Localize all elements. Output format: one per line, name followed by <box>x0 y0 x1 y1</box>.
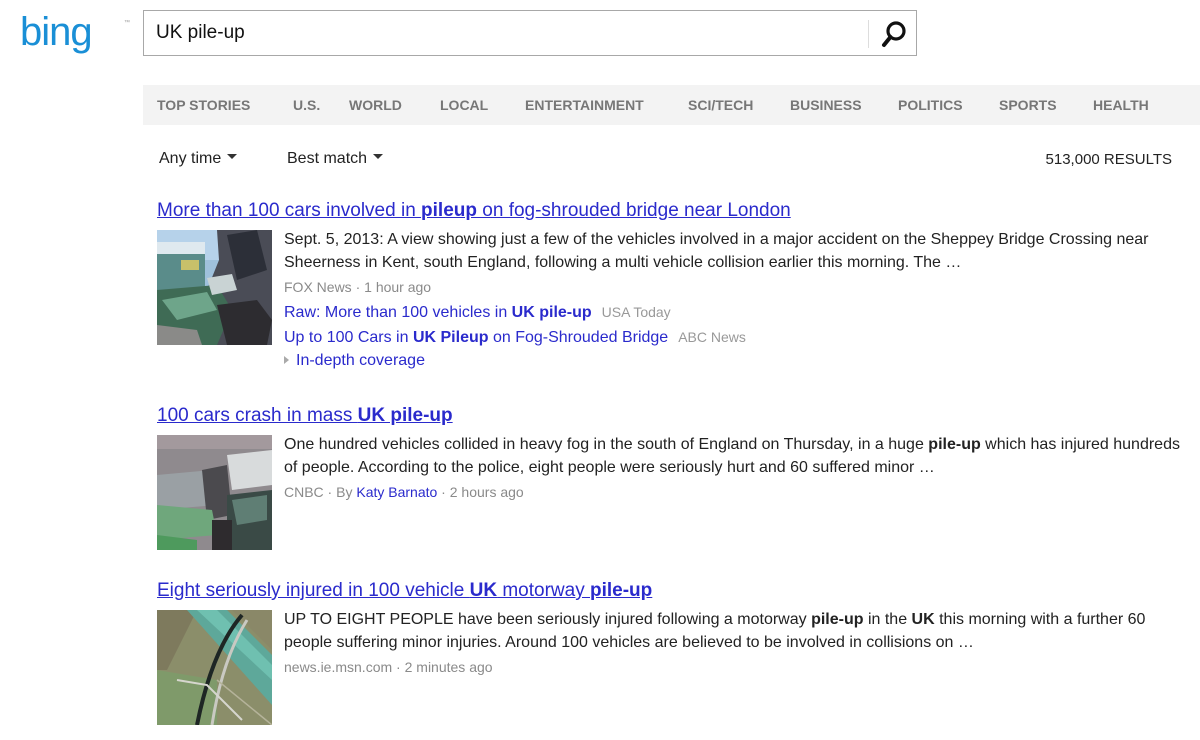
snippet-text: UP TO EIGHT PEOPLE have been seriously i… <box>284 611 812 628</box>
result-time: 2 minutes ago <box>404 659 493 675</box>
nav-local[interactable]: LOCAL <box>440 97 488 113</box>
result-title-link[interactable]: More than 100 cars involved in pileup on… <box>157 200 791 222</box>
related-text: Raw: More than 100 vehicles in <box>284 304 512 321</box>
category-nav: TOP STORIES U.S. WORLD LOCAL ENTERTAINME… <box>143 85 1200 125</box>
search-divider <box>868 20 869 48</box>
result-item: 100 cars crash in mass UK pile-up One hu… <box>157 405 1197 550</box>
nav-entertainment[interactable]: ENTERTAINMENT <box>525 97 644 113</box>
result-source: CNBC <box>284 484 324 500</box>
snippet-highlight: pile-up <box>811 611 864 628</box>
result-meta: news.ie.msn.com · 2 minutes ago <box>284 659 493 675</box>
related-link[interactable]: Raw: More than 100 vehicles in UK pile-u… <box>284 300 1194 325</box>
related-link[interactable]: Up to 100 Cars in UK Pileup on Fog-Shrou… <box>284 325 1194 350</box>
snippet-text: Sept. 5, 2013: A view showing just a few… <box>284 231 1149 271</box>
result-snippet: One hundred vehicles collided in heavy f… <box>284 433 1194 479</box>
aerial-bridge-image <box>157 610 272 725</box>
nav-business[interactable]: BUSINESS <box>790 97 862 113</box>
related-text: on Fog-Shrouded Bridge <box>488 329 669 346</box>
result-thumbnail[interactable] <box>157 435 272 550</box>
result-source: news.ie.msn.com <box>284 659 393 675</box>
title-text: motorway <box>497 580 590 601</box>
logo-text: bing <box>20 10 93 54</box>
expand-triangle-icon <box>284 356 289 364</box>
result-source: FOX News <box>284 279 352 295</box>
result-time: 1 hour ago <box>364 279 432 295</box>
title-text: Eight seriously injured in 100 vehicle <box>157 580 470 601</box>
result-item: Eight seriously injured in 100 vehicle U… <box>157 580 1197 725</box>
result-thumbnail[interactable] <box>157 610 272 725</box>
result-item: More than 100 cars involved in pileup on… <box>157 200 1197 369</box>
result-meta: FOX News · 1 hour ago <box>284 279 432 295</box>
in-depth-coverage-link[interactable]: In-depth coverage <box>284 350 1194 372</box>
sort-dropdown[interactable]: Best match <box>287 150 384 168</box>
snippet-highlight: UK <box>911 611 935 628</box>
car-crash-image <box>157 230 272 345</box>
nav-us[interactable]: U.S. <box>293 97 320 113</box>
nav-politics[interactable]: POLITICS <box>898 97 963 113</box>
title-text: on fog-shrouded bridge near London <box>477 200 791 221</box>
title-text: More than 100 cars involved in <box>157 200 422 221</box>
nav-health[interactable]: HEALTH <box>1093 97 1149 113</box>
result-title-link[interactable]: Eight seriously injured in 100 vehicle U… <box>157 580 652 602</box>
nav-top-stories[interactable]: TOP STORIES <box>157 97 250 113</box>
logo-trademark: ™ <box>124 20 130 26</box>
title-highlight: UK pile-up <box>357 405 453 426</box>
related-text: Up to 100 Cars in <box>284 329 413 346</box>
title-highlight: pileup <box>421 200 477 221</box>
snippet-text: One hundred vehicles collided in heavy f… <box>284 436 929 453</box>
result-thumbnail[interactable] <box>157 230 272 345</box>
result-body: UP TO EIGHT PEOPLE have been seriously i… <box>284 608 1194 680</box>
title-text: 100 cars crash in mass <box>157 405 358 426</box>
search-input[interactable] <box>156 19 856 47</box>
result-title-link[interactable]: 100 cars crash in mass UK pile-up <box>157 405 453 427</box>
sort-label: Best match <box>287 150 368 167</box>
result-time: 2 hours ago <box>449 484 524 500</box>
byline-prefix: By <box>336 484 353 500</box>
time-filter-dropdown[interactable]: Any time <box>159 150 238 168</box>
in-depth-label: In-depth coverage <box>296 352 425 369</box>
author-link[interactable]: Katy Barnato <box>356 484 437 500</box>
result-snippet: Sept. 5, 2013: A view showing just a few… <box>284 228 1194 274</box>
title-highlight: UK <box>469 580 498 601</box>
title-highlight: pile-up <box>590 580 653 601</box>
related-source: ABC News <box>678 329 746 345</box>
bing-logo[interactable]: bing ™ <box>20 10 130 54</box>
related-highlight: UK pile-up <box>511 304 592 321</box>
caret-down-icon <box>227 154 238 160</box>
caret-down-icon <box>373 154 384 160</box>
search-button[interactable] <box>874 16 914 52</box>
result-meta: CNBC · By Katy Barnato · 2 hours ago <box>284 484 524 500</box>
time-filter-label: Any time <box>159 150 222 167</box>
snippet-highlight: pile-up <box>928 436 981 453</box>
nav-scitech[interactable]: SCI/TECH <box>688 97 753 113</box>
result-count: 513,000 RESULTS <box>1045 151 1172 168</box>
related-highlight: UK Pileup <box>412 329 489 346</box>
snippet-text: in the <box>863 611 912 628</box>
search-icon <box>882 21 906 47</box>
result-body: Sept. 5, 2013: A view showing just a few… <box>284 228 1194 372</box>
related-source: USA Today <box>601 304 671 320</box>
car-crash-image <box>157 435 272 550</box>
nav-world[interactable]: WORLD <box>349 97 402 113</box>
result-snippet: UP TO EIGHT PEOPLE have been seriously i… <box>284 608 1194 654</box>
nav-sports[interactable]: SPORTS <box>999 97 1057 113</box>
search-box <box>143 10 917 56</box>
result-body: One hundred vehicles collided in heavy f… <box>284 433 1194 505</box>
